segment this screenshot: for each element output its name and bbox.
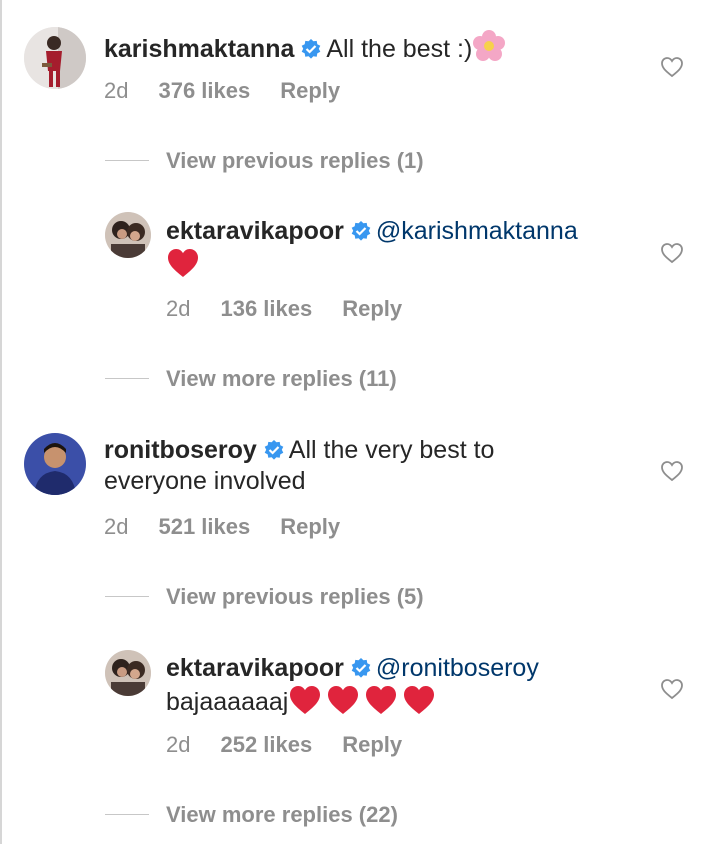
verified-badge-icon (300, 37, 322, 68)
comment-meta: 2d 136 likes Reply (166, 296, 432, 322)
username[interactable]: ektaravikapoor (166, 654, 344, 682)
likes-count[interactable]: 521 likes (158, 514, 250, 539)
thread-line (105, 160, 149, 161)
heart-outline-icon[interactable] (660, 242, 684, 264)
comment-text: karishmaktanna All the best :) (104, 29, 506, 71)
verified-badge-icon (350, 656, 372, 687)
mention-link[interactable]: @ronitboseroy (376, 654, 539, 682)
timestamp: 2d (166, 296, 191, 321)
comment-meta: 2d 252 likes Reply (166, 732, 432, 758)
comment-body: bajaaaaaaj (166, 688, 289, 716)
verified-badge-icon (263, 438, 285, 469)
reply-button[interactable]: Reply (342, 296, 402, 321)
red-heart-emoji (166, 247, 200, 287)
view-more-replies-link[interactable]: View more replies (22) (166, 802, 398, 828)
comment-text: ektaravikapoor @karishmaktanna (166, 216, 578, 250)
avatar[interactable] (24, 433, 86, 495)
view-previous-replies-link[interactable]: View previous replies (1) (166, 148, 424, 174)
timestamp: 2d (104, 78, 129, 103)
username[interactable]: ronitboseroy (104, 436, 257, 464)
red-heart-emoji (326, 684, 360, 724)
comment-text-line-2 (166, 247, 200, 287)
thread-line (105, 814, 149, 815)
red-heart-emoji (402, 684, 436, 724)
comment-body-line-2: everyone involved (104, 467, 306, 495)
comment-text: ektaravikapoor @ronitboseroy (166, 653, 539, 687)
comment-body: All the best :) (326, 35, 473, 63)
comment-text: ronitboseroy All the very best to (104, 435, 494, 469)
left-border (0, 0, 2, 844)
comment-body: All the very best to (288, 436, 495, 464)
reply-button[interactable]: Reply (342, 732, 402, 757)
heart-outline-icon[interactable] (660, 678, 684, 700)
likes-count[interactable]: 136 likes (220, 296, 312, 321)
comments-panel: karishmaktanna All the best :) 2d 376 like… (0, 0, 725, 844)
comment-meta: 2d 521 likes Reply (104, 514, 370, 540)
username[interactable]: ektaravikapoor (166, 217, 344, 245)
red-heart-emoji (364, 684, 398, 724)
username[interactable]: karishmaktanna (104, 35, 294, 63)
reply-button[interactable]: Reply (280, 514, 340, 539)
avatar[interactable] (24, 27, 86, 89)
reply-button[interactable]: Reply (280, 78, 340, 103)
heart-outline-icon[interactable] (660, 460, 684, 482)
view-previous-replies-link[interactable]: View previous replies (5) (166, 584, 424, 610)
timestamp: 2d (166, 732, 191, 757)
red-heart-emoji (288, 684, 322, 724)
comment-text-line-2: bajaaaaaaj (166, 684, 436, 724)
likes-count[interactable]: 376 likes (158, 78, 250, 103)
verified-badge-icon (350, 219, 372, 250)
likes-count[interactable]: 252 likes (220, 732, 312, 757)
view-more-replies-link[interactable]: View more replies (11) (166, 366, 397, 392)
pink-flower-emoji (472, 29, 506, 71)
avatar[interactable] (105, 650, 151, 696)
comment-meta: 2d 376 likes Reply (104, 78, 370, 104)
thread-line (105, 596, 149, 597)
timestamp: 2d (104, 514, 129, 539)
avatar[interactable] (105, 212, 151, 258)
mention-link[interactable]: @karishmaktanna (376, 217, 578, 245)
thread-line (105, 378, 149, 379)
heart-outline-icon[interactable] (660, 56, 684, 78)
